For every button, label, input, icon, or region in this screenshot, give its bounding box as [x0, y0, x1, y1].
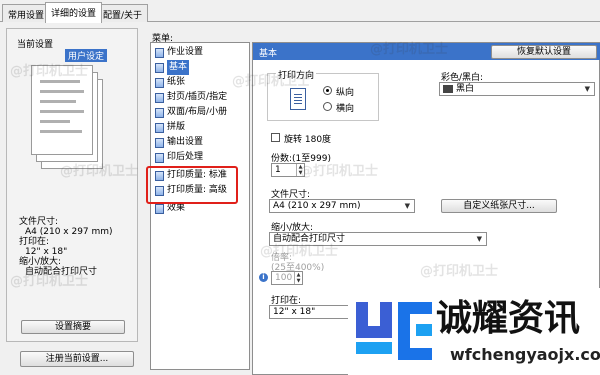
paper-size-info-value: A4 (210 x 297 mm)	[25, 227, 113, 237]
menu-item-output-settings[interactable]: 输出设置	[155, 135, 203, 150]
stepper-arrows-icon[interactable]: ▲ ▼	[296, 164, 304, 176]
scale-value: 自动配合打印尺寸	[273, 234, 346, 244]
current-settings-title: 当前设置	[17, 40, 54, 50]
paper-size-select[interactable]: A4 (210 x 297 mm) ▼	[269, 199, 415, 213]
rotate-180-checkbox[interactable]	[271, 133, 280, 142]
cover-insert-icon	[155, 92, 164, 103]
copies-stepper[interactable]: 1 ▲ ▼	[271, 163, 305, 177]
output-settings-icon	[155, 137, 164, 148]
menu-list: 作业设置 基本 纸张 封页/插页/指定 双面/布局/小册 拼版 输出设置 印后处…	[150, 42, 250, 370]
print-on-info-value: 12" x 18"	[25, 247, 68, 257]
landscape-radio[interactable]	[323, 102, 332, 111]
paper-preview-image	[29, 61, 109, 183]
menu-item-job-settings[interactable]: 作业设置	[155, 45, 203, 60]
scale-factor-stepper[interactable]: 100 ▲ ▼	[271, 271, 303, 285]
tab-detailed-settings[interactable]: 详细的设置	[45, 2, 103, 23]
paper-size-value: A4 (210 x 297 mm)	[273, 201, 361, 211]
grayscale-chip-icon	[443, 84, 453, 93]
current-settings-info: 文件尺寸: A4 (210 x 297 mm) 打印在: 12" x 18" 缩…	[19, 217, 113, 277]
current-settings-panel: 当前设置 用户设定 文件尺寸: A4 (210 x 297 mm) 打印在: 1…	[6, 28, 138, 342]
chevron-down-icon: ▼	[584, 85, 590, 93]
finishing-icon	[155, 152, 164, 163]
menu-item-imposition[interactable]: 拼版	[155, 120, 185, 135]
imposition-icon	[155, 122, 164, 133]
brand-overlay: 诚耀资讯 wfchengyaojx.com	[348, 288, 600, 375]
portrait-page-icon	[290, 88, 306, 110]
job-settings-icon	[155, 47, 164, 58]
menu-item-finishing[interactable]: 印后处理	[155, 150, 203, 165]
paper-icon	[155, 77, 164, 88]
print-on-select[interactable]: 12" x 18"	[269, 305, 349, 319]
menu-item-paper[interactable]: 纸张	[155, 75, 185, 90]
register-settings-button[interactable]: 注册当前设置...	[20, 351, 134, 367]
rotate-180-label: 旋转 180度	[284, 135, 332, 145]
portrait-radio[interactable]	[323, 86, 332, 95]
menu-item-basic[interactable]: 基本	[155, 60, 190, 75]
print-on-info-label: 打印在:	[19, 237, 50, 247]
effects-icon	[155, 203, 164, 214]
orientation-title: 打印方向	[276, 68, 317, 81]
color-mode-value: 黑白	[456, 84, 475, 94]
tab-bar: 常用设置 详细的设置 配置/关于	[0, 0, 600, 23]
chevron-down-icon: ▼	[476, 235, 482, 243]
color-mode-select[interactable]: 黑白 ▼	[439, 82, 595, 96]
tab-common-settings[interactable]: 常用设置	[2, 4, 51, 22]
info-icon: i	[259, 273, 268, 282]
landscape-label: 横向	[336, 104, 355, 114]
scale-info-value: 自动配合打印尺寸	[25, 267, 98, 277]
paper-size-info-label: 文件尺寸:	[19, 217, 59, 227]
basic-settings-icon	[155, 62, 164, 73]
brand-url: wfchengyaojx.com	[450, 345, 600, 364]
scale-factor-value: 100	[275, 273, 293, 283]
paper-preview-page	[31, 65, 93, 155]
custom-paper-size-button[interactable]: 自定义纸张尺寸...	[441, 199, 557, 213]
scale-select[interactable]: 自动配合打印尺寸 ▼	[269, 232, 487, 246]
chevron-down-icon: ▼	[404, 202, 410, 210]
portrait-label: 纵向	[336, 88, 355, 98]
tab-config-about[interactable]: 配置/关于	[97, 4, 149, 22]
restore-defaults-button[interactable]: 恢复默认设置	[491, 45, 597, 59]
menu-item-duplex-layout[interactable]: 双面/布局/小册	[155, 105, 227, 120]
settings-summary-button[interactable]: 设置摘要	[21, 320, 125, 334]
copies-value: 1	[275, 165, 281, 175]
orientation-group: 打印方向 纵向 横向	[267, 68, 379, 121]
scale-info-label: 缩小/放大:	[19, 257, 62, 267]
content-title: 基本	[259, 49, 278, 59]
quality-highlight-box	[146, 166, 238, 204]
brand-logo-icon	[356, 302, 432, 360]
print-on-value: 12" x 18"	[273, 307, 316, 317]
stepper-arrows-icon[interactable]: ▲ ▼	[294, 272, 302, 284]
duplex-layout-icon	[155, 107, 164, 118]
menu-item-cover-insert[interactable]: 封页/插页/指定	[155, 90, 227, 105]
brand-name: 诚耀资讯	[436, 298, 581, 339]
